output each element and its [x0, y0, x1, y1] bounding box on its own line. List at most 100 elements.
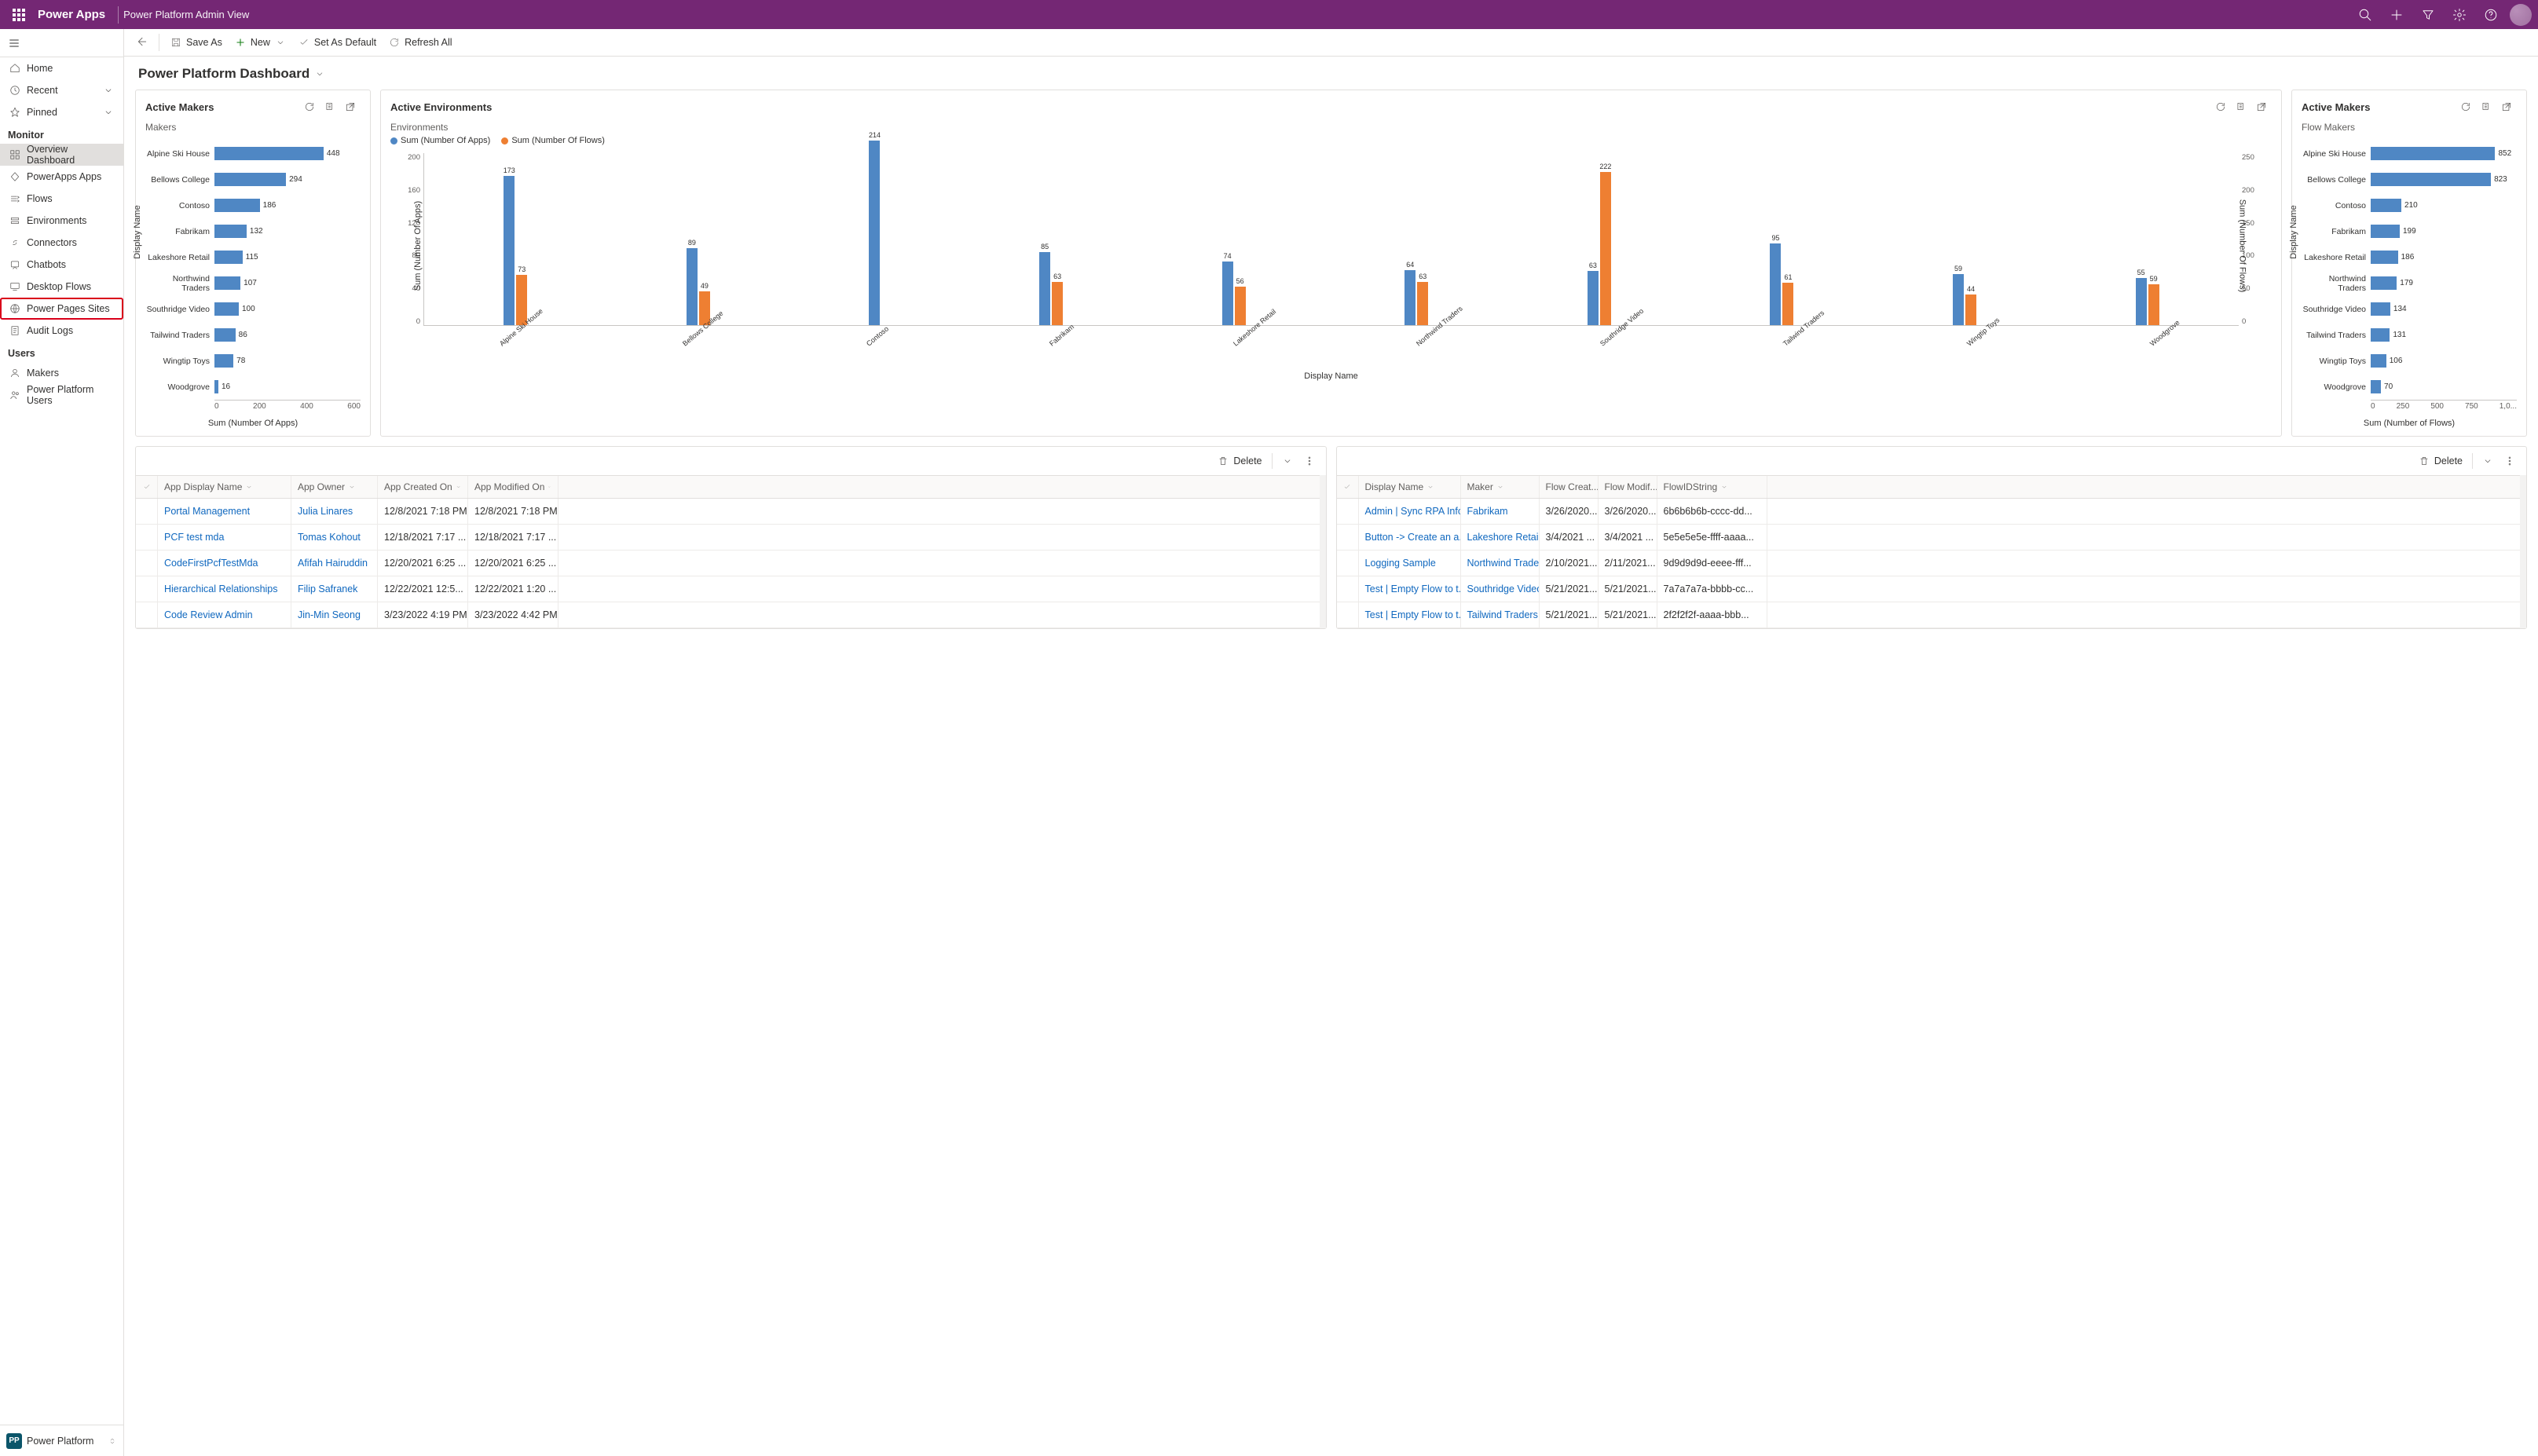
link[interactable]: Tailwind Traders	[1467, 609, 1538, 620]
chevron-down-icon	[103, 85, 114, 96]
bar-label: Alpine Ski House	[145, 149, 214, 159]
chevron-down-icon[interactable]	[2478, 452, 2498, 470]
page-title[interactable]: Power Platform Dashboard	[138, 66, 325, 82]
table-row[interactable]: Button -> Create an a... Lakeshore Retail…	[1337, 525, 2521, 551]
link[interactable]: Code Review Admin	[164, 609, 253, 620]
table-row[interactable]: CodeFirstPcfTestMdaAfifah Hairuddin12/20…	[136, 551, 1320, 576]
link[interactable]: Afifah Hairuddin	[298, 558, 368, 569]
popout-icon[interactable]	[2251, 97, 2272, 117]
nav-makers[interactable]: Makers	[0, 362, 123, 384]
table-row[interactable]: Test | Empty Flow to t... Tailwind Trader…	[1337, 602, 2521, 628]
nav-power-platform-users[interactable]: Power Platform Users	[0, 384, 123, 406]
scrollbar[interactable]	[1320, 475, 1326, 628]
table-row[interactable]: Admin | Sync RPA Info...Fabrikam3/26/202…	[1337, 499, 2521, 525]
nav-powerapps-apps[interactable]: PowerApps Apps	[0, 166, 123, 188]
link[interactable]: Northwind Traders	[1467, 558, 1540, 569]
delete-button[interactable]: Delete	[1213, 452, 1266, 470]
bar-label: Contoso	[2302, 201, 2371, 210]
nav-audit-logs[interactable]: Audit Logs	[0, 320, 123, 342]
link[interactable]: Logging Sample	[1365, 558, 1436, 569]
chart-makers-apps: Display Name Alpine Ski House 448Bellows…	[136, 136, 370, 436]
delete-button[interactable]: Delete	[2414, 452, 2467, 470]
column-header[interactable]: Display Name	[1359, 476, 1461, 498]
link[interactable]: Portal Management	[164, 506, 250, 517]
column-header[interactable]: App Created On	[378, 476, 468, 498]
link[interactable]: Admin | Sync RPA Info...	[1365, 506, 1461, 517]
search-icon[interactable]	[2349, 0, 2381, 29]
chevron-down-icon[interactable]	[1277, 452, 1298, 470]
link[interactable]: Test | Empty Flow to t...	[1365, 583, 1461, 594]
link[interactable]: Lakeshore Retail	[1467, 532, 1540, 543]
link[interactable]: Filip Safranek	[298, 583, 357, 594]
column-header[interactable]: App Modified On	[468, 476, 559, 498]
table-row[interactable]: Portal ManagementJulia Linares12/8/2021 …	[136, 499, 1320, 525]
nav-power-pages-sites[interactable]: Power Pages Sites	[0, 298, 123, 320]
link[interactable]: Tomas Kohout	[298, 532, 361, 543]
nav-home[interactable]: Home	[0, 57, 123, 79]
scrollbar[interactable]	[2520, 475, 2526, 628]
sidebar: Home Recent Pinned Monitor Overview Dash…	[0, 29, 124, 1456]
app-launcher-button[interactable]	[6, 2, 31, 27]
nav-desktop-flows[interactable]: Desktop Flows	[0, 276, 123, 298]
link[interactable]: PCF test mda	[164, 532, 224, 543]
link[interactable]: Jin-Min Seong	[298, 609, 361, 620]
select-all-checkbox[interactable]	[136, 476, 158, 498]
save-as-button[interactable]: Save As	[166, 34, 227, 51]
link[interactable]: Hierarchical Relationships	[164, 583, 278, 594]
more-icon[interactable]	[2500, 452, 2520, 470]
view-records-icon[interactable]	[320, 97, 340, 117]
environment-picker[interactable]: PP Power Platform	[0, 1425, 123, 1456]
nav-connectors[interactable]: Connectors	[0, 232, 123, 254]
user-avatar[interactable]	[2510, 4, 2532, 26]
nav-chatbots[interactable]: Chatbots	[0, 254, 123, 276]
set-default-button[interactable]: Set As Default	[294, 34, 381, 51]
link[interactable]: Test | Empty Flow to t...	[1365, 609, 1461, 620]
sidebar-toggle[interactable]	[0, 29, 123, 57]
settings-icon[interactable]	[2444, 0, 2475, 29]
filter-icon[interactable]	[2412, 0, 2444, 29]
column-header[interactable]: Flow Modif...	[1599, 476, 1657, 498]
bar-label: Wingtip Toys	[145, 357, 214, 366]
link[interactable]: Southridge Video	[1467, 583, 1540, 594]
column-header[interactable]: App Display Name	[158, 476, 291, 498]
chevron-down-icon	[275, 37, 286, 48]
column-header[interactable]: FlowIDString	[1657, 476, 1767, 498]
link[interactable]: Fabrikam	[1467, 506, 1508, 517]
link[interactable]: Julia Linares	[298, 506, 353, 517]
table-row[interactable]: Code Review AdminJin-Min Seong3/23/2022 …	[136, 602, 1320, 628]
refresh-all-button[interactable]: Refresh All	[384, 34, 456, 51]
help-icon[interactable]	[2475, 0, 2507, 29]
table-row[interactable]: Test | Empty Flow to t... Southridge Vide…	[1337, 576, 2521, 602]
table-row[interactable]: Logging SampleNorthwind Traders2/10/2021…	[1337, 551, 2521, 576]
refresh-icon[interactable]	[299, 97, 320, 117]
nav-recent[interactable]: Recent	[0, 79, 123, 101]
view-records-icon[interactable]	[2476, 97, 2496, 117]
nav-flows[interactable]: Flows	[0, 188, 123, 210]
table-row[interactable]: PCF test mdaTomas Kohout12/18/2021 7:17 …	[136, 525, 1320, 551]
refresh-icon[interactable]	[2210, 97, 2231, 117]
more-icon[interactable]	[1299, 452, 1320, 470]
refresh-icon[interactable]	[2456, 97, 2476, 117]
table-row[interactable]: Hierarchical Relationships Filip Safranek…	[136, 576, 1320, 602]
link[interactable]: Button -> Create an a...	[1365, 532, 1461, 543]
bar-value: 107	[244, 276, 257, 290]
nav-environments[interactable]: Environments	[0, 210, 123, 232]
column-header[interactable]: Maker	[1461, 476, 1540, 498]
popout-icon[interactable]	[340, 97, 361, 117]
back-button[interactable]	[132, 36, 152, 49]
popout-icon[interactable]	[2496, 97, 2517, 117]
nav-pinned[interactable]: Pinned	[0, 101, 123, 123]
view-records-icon[interactable]	[2231, 97, 2251, 117]
column-header[interactable]: Flow Creat...	[1540, 476, 1599, 498]
chart-subtitle: Flow Makers	[2292, 120, 2526, 136]
add-icon[interactable]	[2381, 0, 2412, 29]
new-button[interactable]: New	[230, 34, 291, 51]
bar-label: Bellows College	[2302, 175, 2371, 185]
divider	[118, 6, 119, 24]
select-all-checkbox[interactable]	[1337, 476, 1359, 498]
bar-apps: 64	[1405, 270, 1415, 325]
nav-overview-dashboard[interactable]: Overview Dashboard	[0, 144, 123, 166]
link[interactable]: CodeFirstPcfTestMda	[164, 558, 258, 569]
chart-legend: Sum (Number Of Apps) Sum (Number Of Flow…	[381, 136, 2281, 148]
column-header[interactable]: App Owner	[291, 476, 378, 498]
